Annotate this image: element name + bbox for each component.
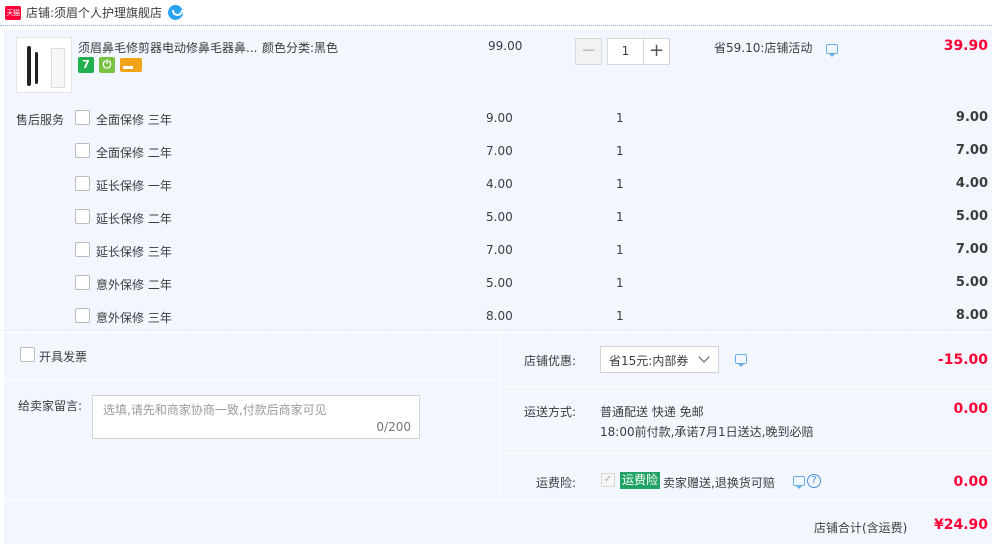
seller-note-label: 给卖家留言:	[18, 399, 83, 413]
service-checkbox[interactable]	[75, 176, 90, 191]
service-qty: 1	[616, 210, 624, 224]
message-icon[interactable]	[826, 44, 838, 57]
service-total: 5.00	[955, 209, 988, 224]
service-price: 9.00	[486, 111, 513, 125]
service-price: 7.00	[486, 144, 513, 158]
seller-note-input[interactable]: 选填,请先和商家协商一致,付款后商家可见 0/200	[92, 395, 420, 439]
service-tags: 7 ⏻	[78, 57, 142, 73]
order-options-panel: 开具发票 给卖家留言: 选填,请先和商家协商一致,付款后商家可见 0/200 店…	[4, 333, 992, 544]
product-title-link[interactable]: 须眉鼻毛修剪器电动修鼻毛器鼻...	[78, 39, 258, 56]
seller-note-char-count: 0/200	[376, 420, 411, 434]
service-checkbox[interactable]	[75, 143, 90, 158]
divider	[501, 453, 992, 454]
shipping-delivery-note: 18:00前付款,承诺7月1日送达,晚到必赔	[600, 425, 814, 439]
wangwang-chat-icon[interactable]	[168, 5, 184, 20]
invoice-label[interactable]: 开具发票	[39, 348, 87, 365]
service-qty: 1	[616, 276, 624, 290]
shipping-label: 运送方式:	[524, 405, 577, 419]
promo-text: 省59.10:店铺活动	[714, 39, 838, 57]
item-total: 39.90	[943, 38, 988, 54]
service-total: 7.00	[955, 143, 988, 158]
service-price: 7.00	[486, 243, 513, 257]
credit-card-icon[interactable]	[120, 58, 142, 72]
service-name: 延长保修 一年	[96, 179, 172, 193]
service-price: 5.00	[486, 210, 513, 224]
service-row: 全面保修 三年 9.00 1 9.00	[4, 108, 992, 128]
plug-icon[interactable]: ⏻	[99, 57, 115, 73]
message-icon[interactable]	[735, 354, 747, 367]
quantity-increase-button[interactable]: +	[643, 38, 670, 65]
chevron-down-icon	[698, 351, 710, 363]
invoice-checkbox[interactable]	[20, 347, 35, 362]
coupon-label: 店铺优惠:	[524, 354, 577, 368]
shop-name-link[interactable]: 须眉个人护理旗舰店	[54, 4, 162, 21]
shop-total-label: 店铺合计(含运费)	[814, 521, 908, 535]
service-total: 7.00	[955, 242, 988, 257]
service-total: 4.00	[955, 176, 988, 191]
tmall-logo-icon: 天猫	[5, 5, 21, 20]
quantity-decrease-button[interactable]: −	[575, 38, 602, 65]
message-icon[interactable]	[793, 476, 805, 489]
service-name: 延长保修 二年	[96, 212, 172, 226]
service-name: 延长保修 三年	[96, 245, 172, 259]
divider	[4, 380, 500, 381]
service-checkbox[interactable]	[75, 110, 90, 125]
service-total: 8.00	[955, 308, 988, 323]
service-name: 意外保修 三年	[96, 311, 172, 325]
quantity-input[interactable]: 1	[607, 38, 644, 65]
shipping-method: 普通配送 快递 免邮	[600, 405, 704, 419]
service-name: 全面保修 三年	[96, 113, 172, 127]
service-price: 8.00	[486, 309, 513, 323]
unit-price: 99.00	[488, 39, 523, 53]
product-thumbnail[interactable]	[16, 37, 72, 93]
shop-header: 天猫 店铺: 须眉个人护理旗舰店	[0, 0, 992, 26]
insurance-text: 卖家赠送,退换货可赔	[663, 476, 775, 490]
service-checkbox[interactable]	[75, 242, 90, 257]
service-row: 全面保修 二年 7.00 1 7.00	[4, 141, 992, 161]
shop-total-amount: ¥24.90	[933, 517, 988, 533]
service-checkbox[interactable]	[75, 308, 90, 323]
column-divider	[500, 333, 501, 500]
service-qty: 1	[616, 177, 624, 191]
insurance-badge: 运费险	[620, 472, 661, 489]
coupon-selected-value: 省15元:内部券	[609, 354, 689, 368]
coupon-select[interactable]: 省15元:内部券	[600, 346, 719, 373]
product-sku: 颜色分类:黑色	[262, 41, 339, 55]
shop-label: 店铺:	[26, 6, 55, 20]
service-row: 意外保修 三年 8.00 1 8.00	[4, 306, 992, 326]
insurance-label: 运费险:	[536, 476, 577, 490]
service-total: 5.00	[955, 275, 988, 290]
service-qty: 1	[616, 309, 624, 323]
service-row: 延长保修 二年 5.00 1 5.00	[4, 207, 992, 227]
coupon-amount: -15.00	[937, 352, 988, 368]
service-price: 4.00	[486, 177, 513, 191]
help-icon[interactable]: ?	[807, 474, 821, 488]
service-row: 延长保修 三年 7.00 1 7.00	[4, 240, 992, 260]
seller-note-placeholder: 选填,请先和商家协商一致,付款后商家可见	[103, 403, 327, 417]
promo-label: 省59.10:店铺活动	[714, 41, 813, 55]
service-name: 意外保修 二年	[96, 278, 172, 292]
service-qty: 1	[616, 144, 624, 158]
shipping-amount: 0.00	[953, 401, 988, 417]
service-qty: 1	[616, 111, 624, 125]
service-qty: 1	[616, 243, 624, 257]
service-name: 全面保修 二年	[96, 146, 172, 160]
seven-day-return-icon[interactable]: 7	[78, 57, 94, 73]
order-item: 须眉鼻毛修剪器电动修鼻毛器鼻... 颜色分类:黑色 7 ⏻ 99.00 − 1 …	[4, 30, 992, 331]
service-checkbox[interactable]	[75, 209, 90, 224]
service-total: 9.00	[955, 110, 988, 125]
insurance-amount: 0.00	[953, 474, 988, 490]
service-price: 5.00	[486, 276, 513, 290]
insurance-checkbox: ✓	[601, 473, 615, 487]
service-row: 意外保修 二年 5.00 1 5.00	[4, 273, 992, 293]
divider	[4, 500, 992, 501]
service-checkbox[interactable]	[75, 275, 90, 290]
service-row: 延长保修 一年 4.00 1 4.00	[4, 174, 992, 194]
divider	[501, 386, 992, 387]
